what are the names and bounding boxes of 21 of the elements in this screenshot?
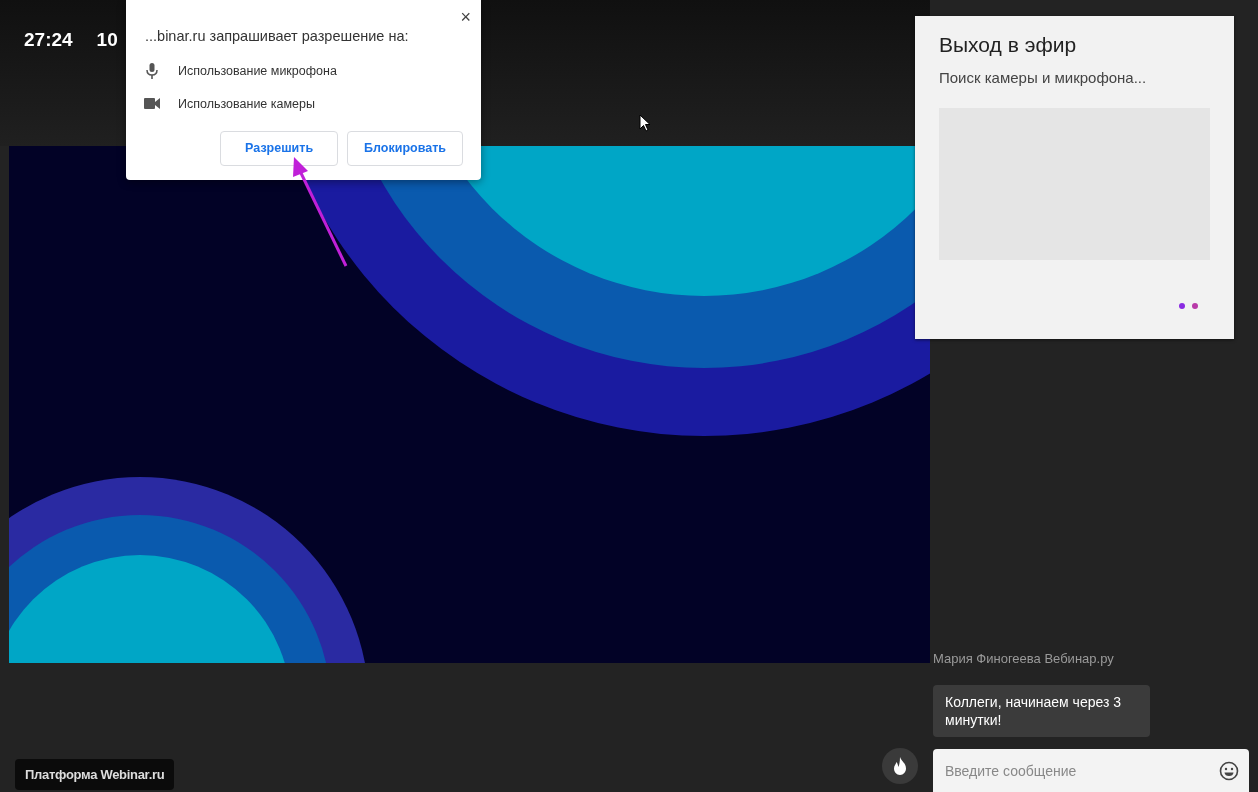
microphone-icon: [146, 63, 158, 80]
flame-icon: [893, 757, 907, 775]
flame-button[interactable]: [882, 748, 918, 784]
status-text: Поиск камеры и микрофона...: [939, 68, 1148, 89]
timer: 27:24: [24, 28, 73, 52]
counter: 10: [96, 28, 118, 52]
message-bubble: Коллеги, начинаем через 3 минутки!: [933, 684, 1150, 737]
loading-indicator: [1179, 303, 1199, 309]
message-author: Мария Финогеева Вебинар.ру: [933, 650, 1115, 669]
emoji-icon[interactable]: [1219, 761, 1239, 781]
close-button[interactable]: ×: [460, 8, 471, 26]
dialog-button[interactable]: Блокировать: [347, 131, 463, 167]
panel-title: Выход в эфир: [939, 32, 1078, 58]
mouse-cursor-icon: [639, 114, 651, 132]
camera-icon: [144, 98, 160, 110]
platform-badge: Платформа Webinar.ru: [15, 758, 175, 790]
permission-label: Использование камеры: [178, 95, 315, 113]
dialog-button[interactable]: Разрешить: [220, 131, 339, 167]
permission-message: ...binar.ru запрашивает разрешение на:: [145, 27, 410, 46]
message-field[interactable]: Введите сообщение: [933, 749, 1249, 792]
permission-label: Использование микрофона: [178, 62, 337, 80]
